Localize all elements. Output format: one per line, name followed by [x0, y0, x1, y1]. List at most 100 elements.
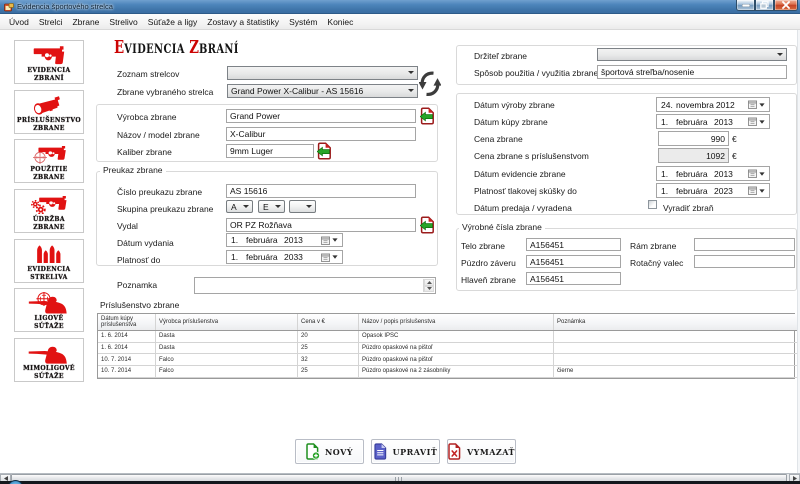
sidebar-items-0-line1-text: EVIDENCIA	[15, 67, 83, 75]
puzdro-input[interactable]: A156451	[526, 255, 621, 268]
cena-input[interactable]: 990	[658, 131, 729, 146]
minimize-button[interactable]	[736, 0, 755, 11]
new-button[interactable]: NOVÝ	[295, 439, 364, 464]
column-header[interactable]: Poznámka	[554, 314, 800, 331]
column-header[interactable]: Dátum kúpypríslušenstva	[98, 314, 156, 331]
preukaz-skupina-values-1-text: E	[263, 202, 269, 212]
restore-button[interactable]	[755, 0, 774, 11]
zbrane-strelca-select[interactable]: Grand Power X-Calibur - AS 15616	[227, 84, 418, 98]
sidebar-item-mimoligove-sutaze[interactable]: MIMOLIGOVÉSÚŤAŽE	[14, 338, 84, 382]
edit-document-icon	[374, 443, 388, 460]
pistol-gears-icon	[15, 193, 83, 215]
preukaz-vydal-value-text: OR PZ Rožňava	[230, 220, 292, 230]
kaliber-input[interactable]: 9mm Luger	[226, 144, 314, 158]
import-icon[interactable]	[420, 216, 435, 234]
menu-sutaze-a-ligy[interactable]: Súťaže a ligy	[143, 16, 203, 28]
zoznam-strelcov-select[interactable]	[227, 66, 418, 80]
buttons-edit-text: UPRAVIŤ	[393, 447, 438, 457]
sidebar-item-udrzba-zbrane[interactable]: ÚDRŽBAZBRANE	[14, 189, 84, 233]
menu-zbrane[interactable]: Zbrane	[67, 16, 104, 28]
evidencia-vyroba-m-text: novembra	[676, 100, 714, 110]
skupina-preukazu-label: Skupina preukazu zbrane	[117, 204, 213, 214]
weapon-vyrobca-value-text: Grand Power	[230, 111, 280, 121]
poznamka-input[interactable]	[194, 277, 436, 294]
page-title: EVIDENCIAZBRANÍ	[114, 38, 239, 58]
cislo-preukazu-input[interactable]: AS 15616	[226, 184, 416, 198]
ram-input[interactable]	[694, 238, 795, 251]
vyradit-checkbox[interactable]	[648, 200, 657, 209]
ram-label: Rám zbrane	[630, 241, 676, 251]
edit-button[interactable]: UPRAVIŤ	[371, 439, 440, 464]
hlaven-input[interactable]: A156451	[526, 272, 621, 285]
table-row[interactable]: 1. 6. 2014Dasta20Opasok IPSC	[98, 331, 800, 343]
skupina-select-2[interactable]: E	[258, 200, 285, 213]
delete-button[interactable]: VYMAZAŤ	[447, 439, 516, 464]
table-row[interactable]: 1. 6. 2014Dasta25Púzdro opaskové na pišt…	[98, 342, 800, 354]
vyrobca-input[interactable]: Grand Power	[226, 109, 416, 123]
vyradit-label: Vyradiť zbraň	[663, 203, 714, 213]
datum-vyroby-picker[interactable]: 24.novembra2012	[656, 97, 770, 112]
platnost-do-picker[interactable]: 1.februára2033	[226, 250, 343, 264]
sidebar-item-label: LIGOVÉSÚŤAŽE	[15, 315, 83, 330]
datum-vydania-label: Dátum vydania	[117, 238, 174, 248]
menu-uvod[interactable]: Úvod	[4, 16, 34, 28]
table-cell: Dasta	[156, 342, 298, 354]
sidebar-item-pouzitie-zbrane[interactable]: POUŽITIEZBRANE	[14, 139, 84, 183]
close-button[interactable]	[774, 0, 798, 11]
sidebar-item-ligove-sutaze[interactable]: LIGOVÉSÚŤAŽE	[14, 288, 84, 332]
table-cell: Opasok IPSC	[359, 331, 554, 343]
nazov-input[interactable]: X-Calibur	[226, 127, 416, 141]
table-cell: Púzdro opaskové na 2 zásobníky	[359, 366, 554, 378]
chevron-down-icon	[243, 205, 249, 208]
menu-strelci[interactable]: Strelci	[34, 16, 68, 28]
import-icon[interactable]	[420, 107, 435, 125]
datum-evidencie-picker[interactable]: 1.februára2013	[656, 166, 770, 181]
poznamka-label: Poznamka	[117, 280, 157, 290]
valec-input[interactable]	[694, 255, 795, 268]
sidebar-item-prislusenstvo-zbrane[interactable]: PRÍSLUŠENSTVOZBRANE	[14, 90, 84, 134]
sidebar-items-1-line2-text: ZBRANE	[15, 125, 83, 133]
serials-hlaven-value-text: A156451	[530, 274, 564, 284]
nazov-label: Názov / model zbrane	[117, 130, 200, 140]
table-row[interactable]: 10. 7. 2014Falco25Púzdro opaskové na 2 z…	[98, 366, 800, 378]
refresh-icon[interactable]	[419, 71, 441, 97]
skupina-select-1[interactable]: A	[226, 200, 253, 213]
sidebar-item-evidencia-streliva[interactable]: EVIDENCIASTRELIVA	[14, 239, 84, 283]
menu-zostavy-a-statistiky[interactable]: Zostavy a štatistiky	[202, 16, 284, 28]
drzitel-select[interactable]	[597, 48, 787, 61]
vydal-label: Vydal	[117, 221, 138, 231]
vydal-input[interactable]: OR PZ Rožňava	[226, 218, 416, 232]
zoznam-strelcov-label: Zoznam strelcov	[117, 69, 179, 79]
accessories-table[interactable]: Dátum kúpypríslušenstvaVýrobca príslušen…	[97, 313, 795, 379]
menu-system[interactable]: Systém	[284, 16, 322, 28]
column-header[interactable]: Názov / popis príslušenstva	[359, 314, 554, 331]
telo-input[interactable]: A156451	[526, 238, 621, 251]
poznamka-spinner[interactable]	[423, 279, 434, 292]
sidebar-item-evidencia-zbrani[interactable]: EVIDENCIAZBRANÍ	[14, 40, 84, 84]
table-row[interactable]: 10. 7. 2014Falco32Púzdro opaskové na piš…	[98, 354, 800, 366]
sidebar-item-label: PRÍSLUŠENSTVOZBRANE	[15, 117, 83, 132]
preukaz-group-label: Preukaz zbrane	[100, 165, 166, 175]
column-header[interactable]: Cena v €	[298, 314, 359, 331]
kaliber-label: Kaliber zbrane	[117, 147, 172, 157]
sidebar-items-6-line2-text: SÚŤAŽE	[15, 373, 83, 381]
selector-zbrane-value-text: Grand Power X-Calibur - AS 15616	[231, 86, 363, 96]
sposob-input[interactable]: športová streľba/nosenie	[597, 65, 787, 79]
menu-strelivo[interactable]: Strelivo	[104, 16, 142, 28]
shooter-crosshair-icon	[15, 292, 83, 314]
datum-kupy-picker[interactable]: 1.februára2013	[656, 114, 770, 129]
preukaz-datum-vydania-y-text: 2013	[284, 235, 303, 245]
datum-vydania-picker[interactable]: 1.februára2013	[226, 233, 343, 247]
platnost-tlakovej-picker[interactable]: 1.februára2023	[656, 183, 770, 198]
table-cell: 1. 6. 2014	[98, 331, 156, 343]
chevron-down-icon	[275, 205, 281, 208]
window-title: Evidencia športového strelca	[17, 2, 113, 11]
buttons-new-text: NOVÝ	[325, 447, 353, 457]
heading-w1-initial-text: E	[114, 38, 124, 58]
menu-koniec[interactable]: Koniec	[322, 16, 358, 28]
app-window: Evidencia športového strelca Úvod Strelc…	[0, 0, 800, 484]
skupina-select-3[interactable]	[289, 200, 316, 213]
title-bar: Evidencia športového strelca	[0, 0, 800, 14]
import-icon[interactable]	[317, 142, 332, 160]
column-header[interactable]: Výrobca príslušenstva	[156, 314, 298, 331]
